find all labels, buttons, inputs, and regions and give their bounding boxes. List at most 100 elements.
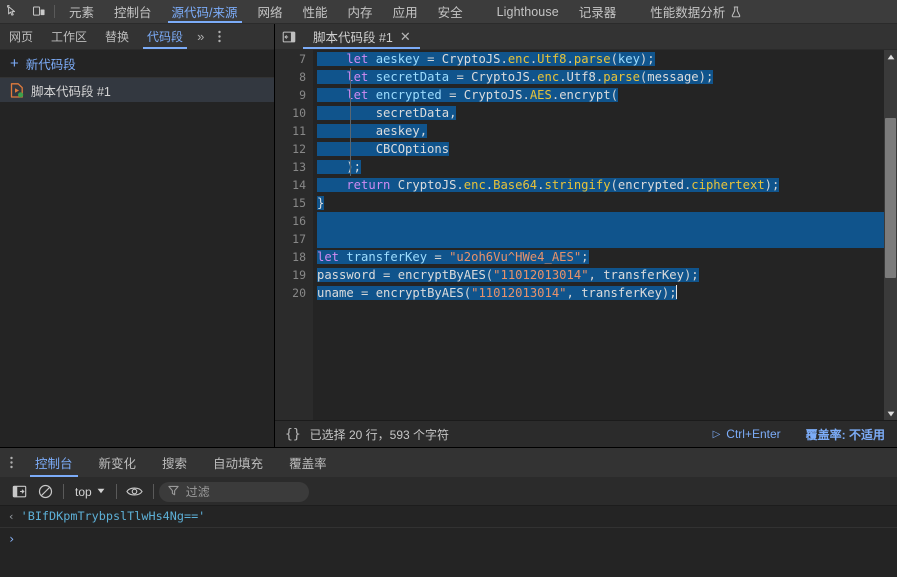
main-tab-network[interactable]: 网络 [248,0,293,23]
code-editor[interactable]: 7 8 9 10 11 12 13 14 15 16 17 18 19 20 l… [275,50,897,420]
console-sidebar-icon[interactable] [6,481,32,503]
console-drawer: 控制台 新变化 搜索 自动填充 覆盖率 top 过滤 ‹ 'BIfDKpmTry… [0,447,897,577]
console-output[interactable]: ‹ 'BIfDKpmTrybpslTlwHs4Ng==' › [0,506,897,577]
code-line: } [317,196,325,210]
line-number-gutter: 7 8 9 10 11 12 13 14 15 16 17 18 19 20 [275,50,313,420]
close-icon[interactable]: ✕ [400,30,411,43]
code-line: uname = encryptByAES("11012013014", tran… [317,285,677,300]
code-content[interactable]: let aeskey = CryptoJS.enc.Utf8.parse(key… [313,50,897,420]
pretty-print-icon[interactable]: {} [285,427,301,442]
line-number: 16 [292,214,306,228]
plus-icon: + [10,55,19,72]
list-item[interactable]: 脚本代码段 #1 [0,78,274,102]
drawer-tabbar: 控制台 新变化 搜索 自动填充 覆盖率 [0,448,897,478]
main-tab-application[interactable]: 应用 [383,0,428,23]
selection-status-text: 已选择 20 行，593 个字符 [309,427,450,442]
console-prompt[interactable]: › [0,528,897,550]
run-shortcut-label: Ctrl+Enter [726,427,781,441]
tabbar-gap-2 [626,0,640,23]
indent-guide [350,68,351,176]
devtools-main-tabbar: 元素 控制台 源代码/来源 网络 性能 内存 应用 安全 Lighthouse … [0,0,897,24]
code-line [313,230,897,248]
main-tab-elements[interactable]: 元素 [59,0,104,23]
drawer-kebab-menu-icon[interactable] [0,448,22,477]
drawer-tab-label: 新变化 [98,457,137,471]
main-tab-sources[interactable]: 源代码/来源 [162,0,248,23]
clear-console-icon[interactable] [32,481,58,503]
run-snippet-hint[interactable]: ▷ Ctrl+Enter [713,427,781,441]
nav-tab-label: 代码段 [147,30,184,44]
main-tab-label: 控制台 [114,6,152,20]
toolbar-divider [63,484,64,499]
line-number: 9 [299,88,306,102]
show-navigator-icon[interactable] [275,24,303,49]
main-tab-console[interactable]: 控制台 [104,0,162,23]
prompt-arrow-icon: › [8,532,16,546]
console-filter-input[interactable]: 过滤 [158,481,309,502]
main-tab-label: 安全 [437,6,463,20]
scroll-down-arrow-icon[interactable] [884,407,897,420]
device-toggle-icon[interactable] [26,0,52,23]
drawer-tab-search[interactable]: 搜索 [149,448,200,477]
main-tab-performance-insights[interactable]: 性能数据分析 [640,0,751,23]
editor-tab-snippet[interactable]: 脚本代码段 #1 ✕ [303,24,420,49]
drawer-tab-console[interactable]: 控制台 [22,448,86,477]
main-tab-security[interactable]: 安全 [428,0,473,23]
nav-tab-page[interactable]: 网页 [0,24,42,49]
drawer-tab-autofill[interactable]: 自动填充 [200,448,276,477]
main-tab-label: 性能 [302,6,328,20]
text-caret [675,285,677,299]
new-snippet-button[interactable]: + 新代码段 [0,50,274,78]
console-toolbar: top 过滤 [0,478,897,506]
main-tab-lighthouse[interactable]: Lighthouse [487,0,569,23]
toolbar-divider-3 [152,484,154,499]
toolbar-divider-2 [115,484,117,499]
scroll-up-arrow-icon[interactable] [884,50,897,63]
main-tab-label: 性能数据分析 [650,6,726,20]
drawer-tab-whats-new[interactable]: 新变化 [86,448,150,477]
devtools-window: 元素 控制台 源代码/来源 网络 性能 内存 应用 安全 Lighthouse … [0,0,897,577]
coverage-status: 覆盖率: 不适用 [805,427,885,442]
code-line: let encrypted = CryptoJS.AES.encrypt( [317,88,618,102]
main-tab-performance[interactable]: 性能 [293,0,338,23]
line-number: 8 [299,70,306,84]
line-number: 13 [292,160,306,174]
nav-tab-overrides[interactable]: 替换 [96,24,138,49]
drawer-tab-coverage[interactable]: 覆盖率 [276,448,340,477]
code-line: let secretData = CryptoJS.enc.Utf8.parse… [317,70,714,84]
scrollbar-thumb[interactable] [885,118,896,278]
code-line: aeskey, [317,124,428,138]
console-context-value: top [75,484,92,499]
main-tab-label: 网络 [257,6,283,20]
sources-panel: 网页 工作区 替换 代码段 » + 新代码段 脚本代码段 #1 脚本代码段 #1… [0,24,897,447]
snippet-list: 脚本代码段 #1 [0,78,274,447]
snippet-file-icon [10,82,24,98]
chevron-down-icon [97,487,105,496]
main-tab-label: Lighthouse [496,4,559,19]
line-number: 14 [292,178,306,192]
nav-tab-snippets[interactable]: 代码段 [138,24,192,49]
new-snippet-label: 新代码段 [25,58,76,72]
nav-more-tabs-button[interactable]: » [192,24,209,49]
main-tab-label: 记录器 [578,6,617,20]
code-line: CBCOptions [317,142,450,156]
line-number: 17 [292,232,306,246]
editor-tabbar: 脚本代码段 #1 ✕ [275,24,897,50]
sources-editor-pane: 脚本代码段 #1 ✕ 7 8 9 10 11 12 13 14 15 16 17… [275,24,897,447]
navigator-kebab-menu-icon[interactable] [209,24,229,49]
flask-icon [731,6,741,18]
main-tab-memory[interactable]: 内存 [338,0,383,23]
editor-vertical-scrollbar[interactable] [884,50,897,420]
list-item-label: 脚本代码段 #1 [31,84,111,99]
editor-status-bar: {} 已选择 20 行，593 个字符 ▷ Ctrl+Enter 覆盖率: 不适… [275,420,897,447]
line-number: 19 [292,268,306,282]
inspect-cursor-icon[interactable] [0,0,26,23]
toolbar-divider [54,5,55,18]
filter-placeholder: 过滤 [185,485,210,499]
main-tab-label: 源代码/来源 [171,6,238,20]
main-tab-recorder[interactable]: 记录器 [569,0,627,23]
run-triangle-icon: ▷ [712,428,721,440]
nav-tab-workspace[interactable]: 工作区 [42,24,96,49]
console-context-selector[interactable]: top [69,485,111,499]
live-expression-eye-icon[interactable] [122,481,148,503]
